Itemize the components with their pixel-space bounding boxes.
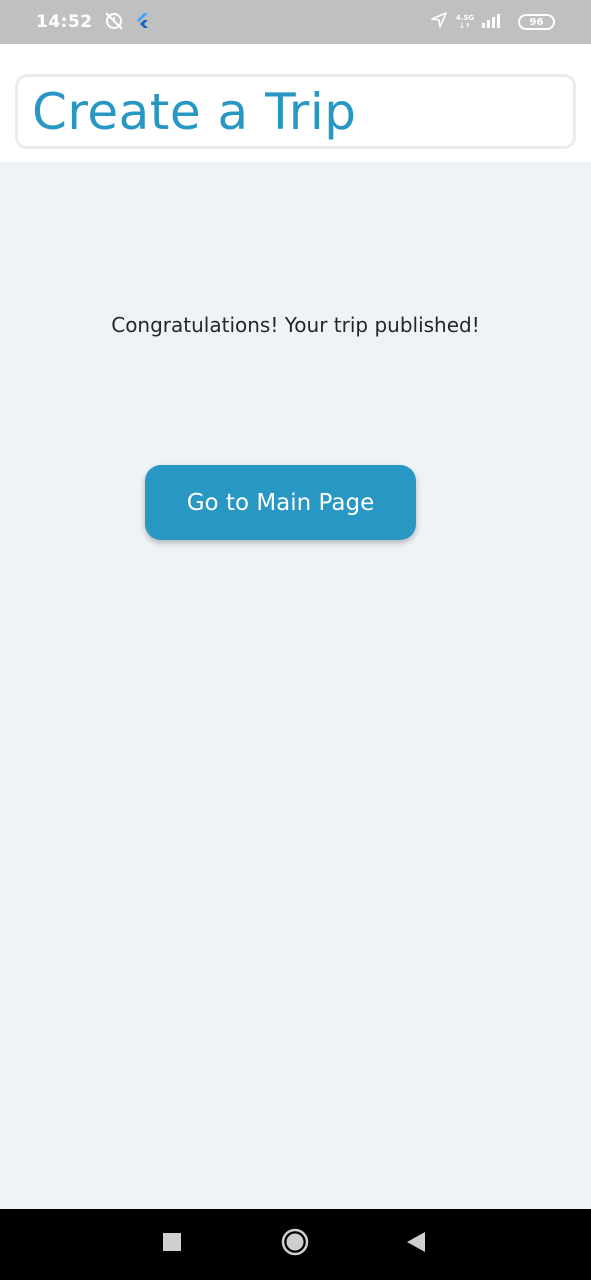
page-title: Create a Trip bbox=[32, 82, 357, 141]
battery-level: 96 bbox=[529, 16, 544, 28]
signal-icon bbox=[482, 12, 504, 33]
recents-icon bbox=[163, 1233, 181, 1256]
back-button[interactable] bbox=[381, 1209, 451, 1280]
app-header: Create a Trip bbox=[0, 44, 591, 162]
alarm-off-icon bbox=[103, 9, 125, 36]
home-icon bbox=[281, 1228, 309, 1261]
flutter-icon bbox=[135, 12, 149, 33]
recents-button[interactable] bbox=[137, 1209, 207, 1280]
data-arrows-icon: ↓↑ bbox=[459, 22, 471, 30]
status-left: 14:52 bbox=[36, 9, 149, 36]
title-box: Create a Trip bbox=[15, 74, 576, 149]
home-button[interactable] bbox=[260, 1209, 330, 1280]
status-right: 4.5G ↓↑ 96 bbox=[430, 11, 555, 34]
network-type: 4.5G ↓↑ bbox=[456, 14, 474, 30]
status-time: 14:52 bbox=[36, 12, 93, 32]
navigation-bar bbox=[0, 1209, 591, 1280]
network-type-label: 4.5G bbox=[455, 14, 474, 22]
back-icon bbox=[406, 1231, 426, 1258]
location-icon bbox=[430, 11, 448, 34]
status-bar: 14:52 4.5G ↓↑ 96 bbox=[0, 0, 591, 44]
go-to-main-page-button[interactable]: Go to Main Page bbox=[145, 465, 416, 540]
battery-icon: 96 bbox=[518, 14, 555, 30]
success-message: Congratulations! Your trip published! bbox=[111, 313, 480, 337]
app-screen: 14:52 4.5G ↓↑ 96 Create a Trip Congratul… bbox=[0, 0, 591, 1280]
